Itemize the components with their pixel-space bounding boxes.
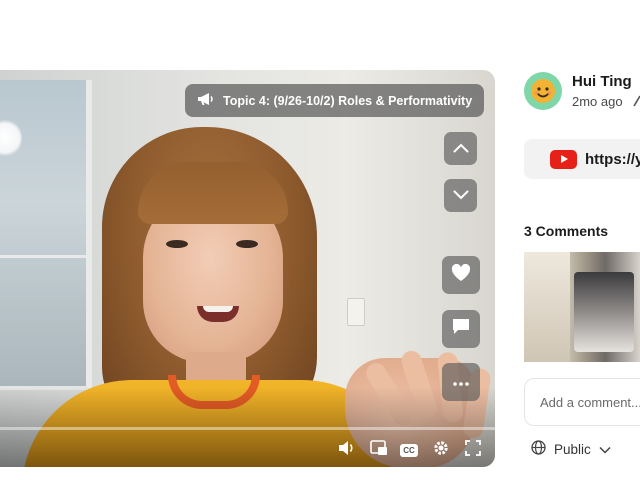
chevron-up-icon xyxy=(453,140,469,158)
comment-input[interactable]: Add a comment... xyxy=(524,378,640,426)
fullscreen-button[interactable] xyxy=(463,439,483,461)
youtube-icon xyxy=(550,149,577,169)
chevron-down-icon xyxy=(453,187,469,205)
closed-captions-icon: CC xyxy=(400,443,418,457)
attached-link[interactable]: https://y xyxy=(524,139,640,179)
smiley-avatar-icon xyxy=(531,79,555,103)
video-progress-bar[interactable] xyxy=(0,427,495,430)
topic-label: Topic 4: (9/26-10/2) Roles & Performativ… xyxy=(223,93,473,108)
edited-icon xyxy=(632,94,640,113)
chevron-down-icon xyxy=(599,442,611,457)
comment-video-thumbnail[interactable] xyxy=(524,252,640,362)
settings-button[interactable] xyxy=(431,440,451,460)
heart-icon xyxy=(451,263,471,287)
more-icon xyxy=(453,373,469,391)
link-url: https://y xyxy=(585,150,640,168)
picture-in-picture-icon xyxy=(370,439,388,461)
comment-button[interactable] xyxy=(442,310,480,348)
visibility-selector[interactable]: Public xyxy=(531,440,611,458)
volume-button[interactable] xyxy=(337,440,357,460)
picture-in-picture-button[interactable] xyxy=(369,439,389,461)
captions-button[interactable]: CC xyxy=(399,440,419,460)
volume-icon xyxy=(338,440,356,461)
like-button[interactable] xyxy=(442,256,480,294)
fullscreen-icon xyxy=(465,439,481,461)
video-frame xyxy=(0,70,495,467)
megaphone-icon xyxy=(197,92,215,109)
globe-icon xyxy=(531,440,546,458)
comment-icon xyxy=(452,318,470,340)
gear-icon xyxy=(433,440,449,461)
comments-count-heading: 3 Comments xyxy=(524,223,609,239)
previous-button[interactable] xyxy=(444,132,477,165)
next-button[interactable] xyxy=(444,179,477,212)
avatar[interactable] xyxy=(524,72,562,110)
video-player[interactable] xyxy=(0,70,495,467)
post-timestamp: 2mo ago xyxy=(572,94,623,109)
topic-pill[interactable]: Topic 4: (9/26-10/2) Roles & Performativ… xyxy=(185,84,485,117)
author-name[interactable]: Hui Ting xyxy=(572,73,632,90)
more-button[interactable] xyxy=(442,363,480,401)
visibility-label: Public xyxy=(554,441,591,457)
